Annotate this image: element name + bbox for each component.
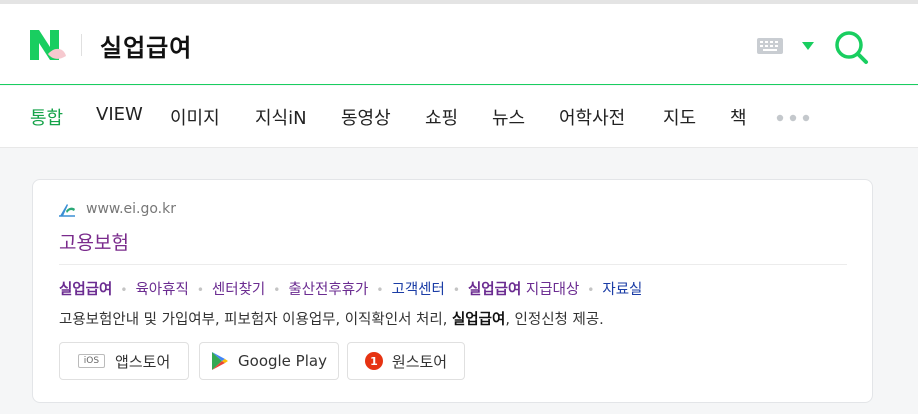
separator-dot: •	[452, 283, 460, 297]
one-store-icon: 1	[364, 352, 383, 370]
tab-news[interactable]: 뉴스	[492, 104, 525, 130]
sitelink-resources[interactable]: 자료실	[602, 282, 642, 298]
ios-icon: iOS	[77, 354, 106, 368]
result-description: 고용보험안내 및 가입여부, 피보험자 이용업무, 이직확인서 처리, 실업급여…	[59, 312, 604, 328]
naver-logo-icon[interactable]	[28, 28, 68, 62]
tab-books[interactable]: 책	[730, 104, 747, 130]
separator-dot: •	[196, 283, 204, 297]
site-url[interactable]: www.ei.go.kr	[86, 201, 176, 217]
app-store-label: 앱스토어	[115, 352, 171, 371]
tab-video[interactable]: 동영상	[341, 104, 391, 130]
search-result-card: www.ei.go.kr 고용보험 실업급여 • 육아휴직 • 센터찾기 • 출산전후휴가 •…	[32, 179, 873, 403]
sitelink-benefit-eligibility[interactable]: 실업급여 지급대상	[468, 282, 579, 298]
one-store-button[interactable]: 1 원스토어	[347, 342, 465, 380]
separator-dot: •	[376, 283, 384, 297]
google-play-button[interactable]: Google Play	[199, 342, 339, 380]
result-title-link[interactable]: 고용보험	[59, 228, 129, 255]
sitelink-unemployment-benefit[interactable]: 실업급여	[59, 282, 112, 298]
tab-integrated[interactable]: 통합	[30, 104, 63, 130]
sitelink-customer-center[interactable]: 고객센터	[391, 282, 444, 298]
sitelink-maternity-leave[interactable]: 출산전후휴가	[288, 282, 368, 298]
search-header	[0, 4, 918, 85]
tab-shopping[interactable]: 쇼핑	[425, 104, 458, 130]
keyboard-icon[interactable]	[757, 38, 783, 54]
sitelink-find-center[interactable]: 센터찾기	[212, 282, 265, 298]
separator-dot: •	[273, 283, 281, 297]
tab-images[interactable]: 이미지	[170, 104, 220, 130]
sitelinks: 실업급여 • 육아휴직 • 센터찾기 • 출산전후휴가 • 고객센터 • 실업급여 지급대상 • 자료실	[59, 278, 642, 299]
tab-knowledge-in[interactable]: 지식iN	[255, 104, 307, 130]
google-play-label: Google Play	[238, 352, 327, 370]
site-favicon-icon	[59, 204, 75, 217]
tab-view[interactable]: VIEW	[96, 104, 143, 125]
search-icon[interactable]	[833, 29, 869, 65]
logo-divider	[81, 34, 82, 56]
more-tabs-icon[interactable]	[776, 114, 810, 122]
one-store-label: 원스토어	[391, 352, 448, 371]
separator-dot: •	[120, 283, 128, 297]
separator-dot: •	[587, 283, 595, 297]
autocomplete-toggle-icon[interactable]	[801, 41, 815, 51]
search-input[interactable]	[100, 26, 700, 64]
google-play-icon	[212, 352, 229, 370]
tab-dictionary[interactable]: 어학사전	[559, 104, 625, 130]
app-store-button[interactable]: iOS 앱스토어	[59, 342, 189, 380]
sitelink-parental-leave[interactable]: 육아휴직	[135, 282, 188, 298]
tab-map[interactable]: 지도	[663, 104, 696, 130]
divider	[59, 264, 847, 265]
search-tabs: 통합 VIEW 이미지 지식iN 동영상 쇼핑 뉴스 어학사전 지도 책	[0, 86, 918, 148]
